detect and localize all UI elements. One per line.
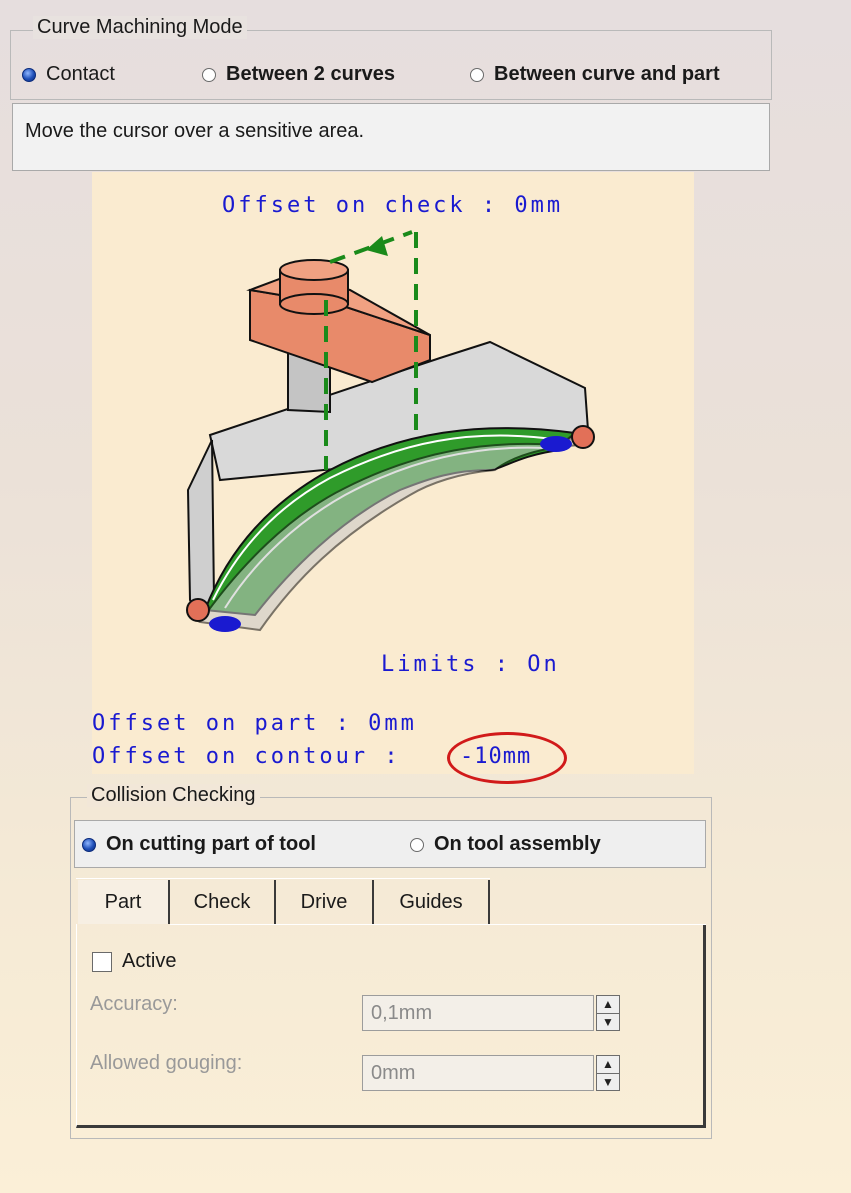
radio-between-2-curves[interactable]: Between 2 curves [202, 63, 395, 86]
gouging-spinner[interactable]: ▲ ▼ [596, 1055, 620, 1091]
radio-contact-label: Contact [46, 63, 115, 85]
highlight-ellipse [447, 732, 567, 784]
radio-on-tool-assembly-label: On tool assembly [434, 833, 601, 855]
tab-drive[interactable]: Drive [276, 880, 374, 924]
active-checkbox-box [92, 951, 112, 972]
accuracy-spinner[interactable]: ▲ ▼ [596, 995, 620, 1031]
radio-on-cutting-part-label: On cutting part of tool [106, 833, 316, 855]
tab-strip-top-line [76, 878, 490, 879]
radio-between-2-curves-indicator [202, 67, 216, 82]
radio-between-curve-and-part-label: Between curve and part [494, 63, 720, 85]
radio-contact[interactable]: Contact [22, 63, 115, 86]
gouging-spinner-down[interactable]: ▼ [597, 1072, 619, 1091]
active-checkbox[interactable]: Active [92, 950, 176, 973]
tab-check[interactable]: Check [170, 880, 276, 924]
active-checkbox-label: Active [122, 950, 177, 972]
accuracy-spinner-up[interactable]: ▲ [597, 996, 619, 1013]
tab-guides[interactable]: Guides [374, 880, 490, 924]
tab-page-top-line [170, 924, 706, 925]
accuracy-spinner-down[interactable]: ▼ [597, 1012, 619, 1031]
radio-contact-indicator [22, 67, 36, 82]
radio-on-tool-assembly[interactable]: On tool assembly [410, 833, 601, 856]
radio-between-curve-and-part[interactable]: Between curve and part [470, 63, 720, 86]
radio-on-tool-assembly-indicator [410, 837, 424, 852]
offset-on-check-text: Offset on check : 0mm [222, 193, 564, 218]
tab-part[interactable]: Part [78, 880, 170, 924]
message-text: Move the cursor over a sensitive area. [25, 120, 365, 142]
message-box: Move the cursor over a sensitive area. [12, 103, 770, 171]
collision-checking-title: Collision Checking [87, 784, 260, 807]
radio-between-2-curves-label: Between 2 curves [226, 63, 395, 85]
offset-on-part-text: Offset on part : 0mm [92, 711, 417, 736]
gouging-field[interactable]: 0mm [362, 1055, 594, 1091]
offset-on-contour-label: Offset on contour : [92, 744, 401, 769]
gouging-label: Allowed gouging: [90, 1052, 243, 1074]
radio-on-cutting-part-indicator [82, 837, 96, 852]
limits-text: Limits : On [381, 652, 560, 677]
curve-machining-mode-title: Curve Machining Mode [33, 16, 247, 39]
radio-on-cutting-part[interactable]: On cutting part of tool [82, 833, 316, 856]
accuracy-label: Accuracy: [90, 993, 178, 1015]
diagram-panel [92, 172, 694, 774]
accuracy-field[interactable]: 0,1mm [362, 995, 594, 1031]
gouging-spinner-up[interactable]: ▲ [597, 1056, 619, 1073]
radio-between-curve-and-part-indicator [470, 67, 484, 82]
